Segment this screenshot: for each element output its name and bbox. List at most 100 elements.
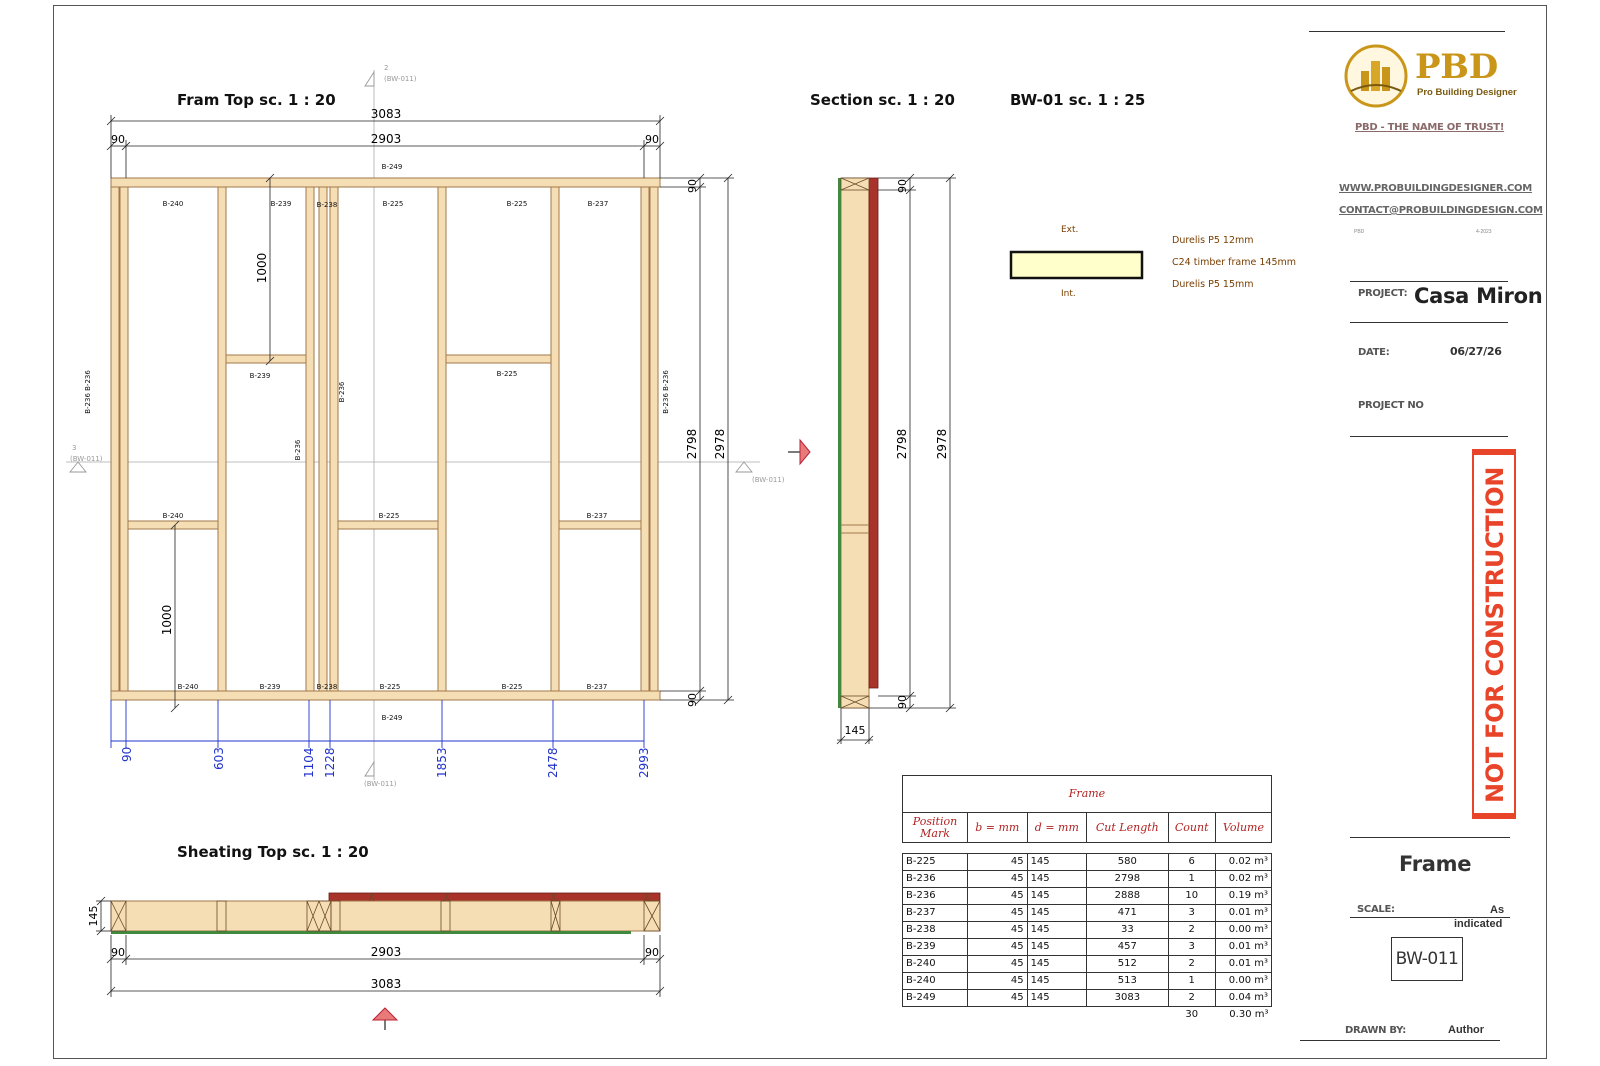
stamp-text: NOT FOR CONSTRUCTION xyxy=(1481,467,1509,803)
schedule-header-d: d = mm xyxy=(1026,812,1088,843)
schedule-cell-d: 145 xyxy=(1026,972,1088,990)
schedule-cell-cut-length: 580 xyxy=(1086,853,1169,871)
project-label: PROJECT: xyxy=(1358,288,1408,299)
drawn-by-value: Author xyxy=(1448,1024,1485,1036)
stud-10 xyxy=(649,186,659,692)
mark-b225-top-2: B-225 xyxy=(507,200,528,208)
schedule-cell-cut-length: 2798 xyxy=(1086,870,1169,888)
schedule-cell-d: 145 xyxy=(1026,887,1088,905)
schedule-cell-cut-length: 512 xyxy=(1086,955,1169,973)
schedule-cell-b: 45 xyxy=(967,904,1028,922)
schedule-cell-cut-length: 471 xyxy=(1086,904,1169,922)
section-osb-int xyxy=(838,178,841,708)
top-plate xyxy=(110,177,661,188)
mark-b237-bot: B-237 xyxy=(587,683,608,691)
schedule-row: B-249 45 145 3083 2 0.04 m³ xyxy=(902,989,1273,1007)
stud-9 xyxy=(640,186,650,692)
bw01-layer-1: Durelis P5 12mm xyxy=(1172,235,1254,246)
schedule-cell-mark: B-236 xyxy=(902,870,968,888)
section-2-ref: (BW-011) xyxy=(384,75,417,83)
frame-members xyxy=(110,177,661,701)
schedule-cell-volume: 0.19 m³ xyxy=(1214,887,1273,905)
nogging-b237 xyxy=(558,520,642,530)
stud-pos-1: 90 xyxy=(120,747,134,762)
schedule-cell-d: 145 xyxy=(1026,955,1088,973)
stud-6 xyxy=(329,186,339,692)
mark-top-plate: B-249 xyxy=(382,163,403,171)
nogging-b225-upper xyxy=(445,354,552,364)
sheating-dim-inner: 2903 xyxy=(371,945,402,959)
schedule-header-cut: Cut Length xyxy=(1086,812,1169,843)
not-for-construction-stamp: NOT FOR CONSTRUCTION xyxy=(1472,449,1516,819)
schedule-row: B-240 45 145 512 2 0.01 m³ xyxy=(902,955,1273,973)
schedule-cell-b: 45 xyxy=(967,955,1028,973)
schedule-header-count: Count xyxy=(1167,812,1216,843)
mark-b236-right: B-236 B-236 xyxy=(662,370,670,414)
schedule-cell-volume: 0.01 m³ xyxy=(1214,938,1273,956)
sheating-dim-overall: 3083 xyxy=(371,977,402,991)
sheating-timber-band xyxy=(110,900,661,932)
schedule-cell-b: 45 xyxy=(967,972,1028,990)
schedule-cell-mark: B-237 xyxy=(902,904,968,922)
schedule-header-volume: Volume xyxy=(1214,812,1273,843)
schedule-cell-count: 3 xyxy=(1167,938,1216,956)
mark-b239-bot: B-239 xyxy=(260,683,281,691)
mark-b236-mid2: B-236 xyxy=(338,381,346,402)
drawn-by-label: DRAWN BY: xyxy=(1345,1025,1406,1036)
tb-top-rule xyxy=(1309,31,1505,32)
schedule-cell-mark: B-236 xyxy=(902,887,968,905)
dim-plate-bottom: 90 xyxy=(686,693,699,707)
dim-plate-top: 90 xyxy=(686,179,699,193)
schedule-body: B-225 45 145 580 6 0.02 m³ B-236 45 145 2798 1 0.02… xyxy=(902,853,1273,1007)
schedule-row: B-225 45 145 580 6 0.02 m³ xyxy=(902,853,1273,871)
project-no-label: PROJECT NO xyxy=(1358,400,1424,411)
bw01-wall-buildup xyxy=(1009,250,1144,280)
mark-b240-bot: B-240 xyxy=(178,683,199,691)
schedule-cell-volume: 0.01 m³ xyxy=(1214,904,1273,922)
scale-value-1: As xyxy=(1490,904,1505,916)
company-logo: PBD Pro Building Designer xyxy=(1343,43,1523,116)
tb-sheet-rule xyxy=(1350,837,1510,838)
stud-5 xyxy=(318,186,328,692)
sheating-osb-int xyxy=(111,931,631,934)
section-arrow-right xyxy=(788,438,811,466)
stud-3 xyxy=(217,186,227,692)
schedule-cell-mark: B-238 xyxy=(902,921,968,939)
section-stud xyxy=(840,177,870,709)
company-email-link[interactable]: CONTACT@PROBUILDINGDESIGN.COM xyxy=(1339,205,1543,216)
schedule-cell-b: 45 xyxy=(967,938,1028,956)
schedule-header-b: b = mm xyxy=(967,812,1028,843)
schedule-cell-b: 45 xyxy=(967,853,1028,871)
sheating-dim-thickness: 145 xyxy=(87,906,100,927)
section-osb-ext xyxy=(868,177,879,689)
stud-pos-5: 1853 xyxy=(435,747,449,778)
scale-value-2: indicated xyxy=(1454,918,1503,930)
sheating-dim-left: 90 xyxy=(111,946,125,959)
stud-pos-6: 2478 xyxy=(546,747,560,778)
schedule-row: B-237 45 145 471 3 0.01 m³ xyxy=(902,904,1273,922)
mark-b225-bot-1: B-225 xyxy=(380,683,401,691)
schedule-cell-d: 145 xyxy=(1026,853,1088,871)
sheating-osb-strip xyxy=(328,892,661,902)
schedule-total-count: 30 xyxy=(1185,1009,1199,1020)
section-3-number: 3 xyxy=(72,444,76,452)
schedule-total-volume: 0.30 m³ xyxy=(1229,1009,1269,1020)
schedule-cell-b: 45 xyxy=(967,887,1028,905)
schedule-cell-mark: B-240 xyxy=(902,972,968,990)
schedule-cell-mark: B-240 xyxy=(902,955,968,973)
schedule-row: B-236 45 145 2888 10 0.19 m³ xyxy=(902,887,1273,905)
tb-scale-rule xyxy=(1350,917,1510,918)
tb-small-left: PBD xyxy=(1354,229,1365,235)
schedule-cell-d: 145 xyxy=(1026,938,1088,956)
tb-project-rule-bottom xyxy=(1350,322,1508,323)
bw01-ext-label: Ext. xyxy=(1061,225,1078,235)
schedule-row: B-239 45 145 457 3 0.01 m³ xyxy=(902,938,1273,956)
project-name: Casa Miron xyxy=(1414,284,1543,308)
member-marks: B-249 B-249 B-240 B-239 B-238 B-225 B-22… xyxy=(84,163,670,722)
company-website-link[interactable]: WWW.PROBUILDINGDESIGNER.COM xyxy=(1339,183,1532,194)
dim-height-inner: 2798 xyxy=(685,429,699,460)
scale-label: SCALE: xyxy=(1357,904,1395,915)
schedule-row: B-240 45 145 513 1 0.00 m³ xyxy=(902,972,1273,990)
stud-2 xyxy=(119,186,129,692)
bottom-stud-dimensions xyxy=(110,700,645,748)
